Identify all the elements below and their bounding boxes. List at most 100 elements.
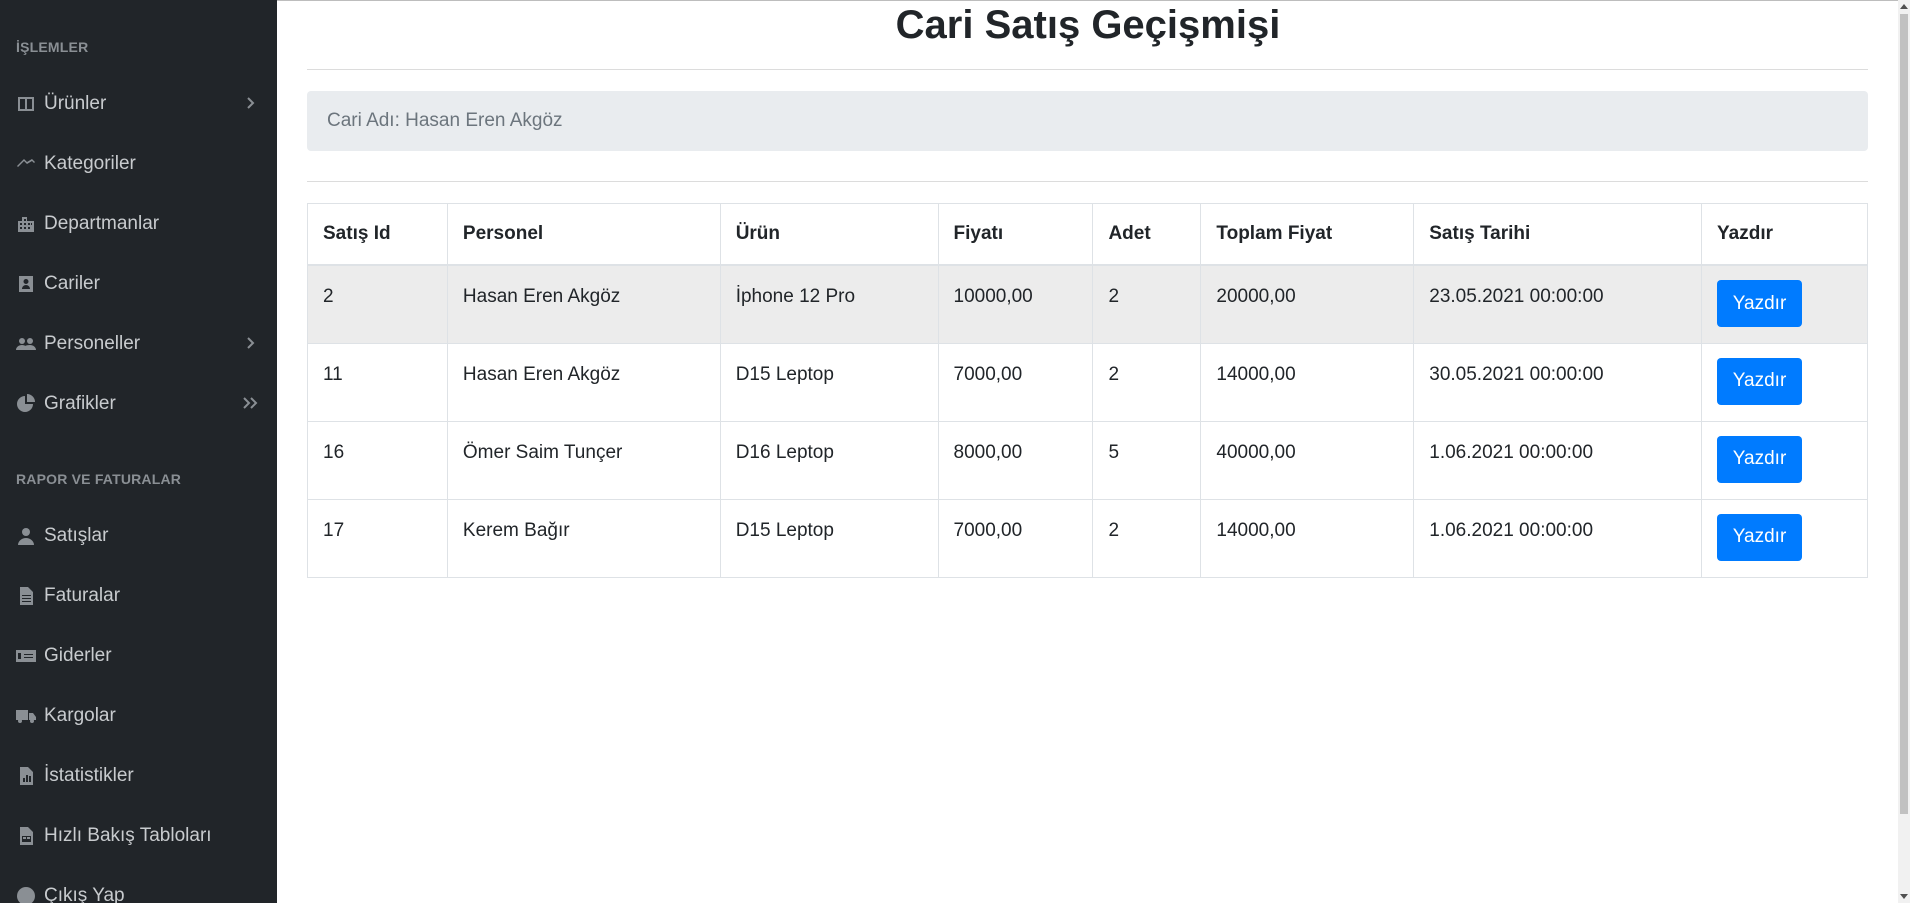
divider	[307, 69, 1868, 70]
sidebar-item-label: Hızlı Bakış Tabloları	[44, 825, 212, 846]
sales-history-table: Satış Id Personel Ürün Fiyatı Adet Topla…	[307, 203, 1868, 578]
sidebar-item-faturalar[interactable]: Faturalar	[0, 571, 277, 621]
sidebar-item-label: Satışlar	[44, 525, 109, 546]
column-header: Satış Tarihi	[1413, 203, 1703, 266]
sidebar-item-urunler[interactable]: Ürünler	[0, 79, 277, 129]
cell-print: Yazdır	[1701, 420, 1868, 500]
sidebar-item-label: Çıkış Yap	[44, 885, 125, 903]
sidebar-item-label: Personeller	[44, 333, 141, 354]
vertical-scrollbar[interactable]	[1898, 0, 1910, 903]
cell-quantity: 2	[1092, 342, 1202, 422]
sidebar-item-label: Giderler	[44, 645, 112, 666]
cell-price: 7000,00	[937, 342, 1094, 422]
table-row: 2 Hasan Eren Akgöz İphone 12 Pro 10000,0…	[307, 264, 1868, 344]
chevron-right-icon	[241, 334, 259, 352]
cell-product: İphone 12 Pro	[719, 264, 939, 344]
tags-icon	[15, 153, 37, 175]
cell-date: 1.06.2021 00:00:00	[1413, 498, 1703, 578]
table-icon	[15, 93, 37, 115]
sidebar-item-hizli-bakis[interactable]: Hızlı Bakış Tabloları	[0, 811, 277, 861]
cell-quantity: 5	[1092, 420, 1202, 500]
print-button[interactable]: Yazdır	[1717, 435, 1803, 483]
table-row: 16 Ömer Saim Tunçer D16 Leptop 8000,00 5…	[307, 420, 1868, 500]
column-header: Personel	[446, 203, 721, 266]
cell-product: D15 Leptop	[719, 342, 939, 422]
print-button[interactable]: Yazdır	[1717, 357, 1803, 405]
cell-quantity: 2	[1092, 264, 1202, 344]
cell-personel: Ömer Saim Tunçer	[446, 420, 721, 500]
sidebar-item-departmanlar[interactable]: Departmanlar	[0, 199, 277, 249]
truck-icon	[15, 705, 37, 727]
cell-print: Yazdır	[1701, 342, 1868, 422]
sidebar-item-kargolar[interactable]: Kargolar	[0, 691, 277, 741]
cell-personel: Kerem Bağır	[446, 498, 721, 578]
column-header: Yazdır	[1701, 203, 1868, 266]
cell-date: 23.05.2021 00:00:00	[1413, 264, 1703, 344]
money-icon	[15, 645, 37, 667]
sidebar-item-label: Grafikler	[44, 393, 116, 414]
page-title: Cari Satış Geçişmişi	[895, 3, 1281, 47]
cell-total: 20000,00	[1200, 264, 1415, 344]
sidebar-item-label: Ürünler	[44, 93, 107, 114]
cell-price: 7000,00	[937, 498, 1094, 578]
cell-sale-id: 17	[307, 498, 448, 578]
main-content: Cari Satış Geçişmişi Cari Adı: Hasan Ere…	[277, 0, 1898, 903]
scrollbar-thumb[interactable]	[1900, 14, 1908, 814]
table-row: 17 Kerem Bağır D15 Leptop 7000,00 2 1400…	[307, 498, 1868, 578]
cell-date: 30.05.2021 00:00:00	[1413, 342, 1703, 422]
sidebar-item-label: İstatistikler	[44, 765, 134, 786]
sidebar-item-istatistikler[interactable]: İstatistikler	[0, 751, 277, 801]
cell-total: 14000,00	[1200, 498, 1415, 578]
users-icon	[15, 333, 37, 355]
cell-date: 1.06.2021 00:00:00	[1413, 420, 1703, 500]
cell-price: 8000,00	[937, 420, 1094, 500]
column-header: Satış Id	[307, 203, 448, 266]
cell-product: D16 Leptop	[719, 420, 939, 500]
sidebar-item-label: Departmanlar	[44, 213, 160, 234]
sidebar-item-label: Kargolar	[44, 705, 116, 726]
cell-price: 10000,00	[937, 264, 1094, 344]
scroll-up-arrow-icon[interactable]	[1900, 4, 1908, 9]
power-icon	[15, 885, 37, 903]
table-header-row: Satış Id Personel Ürün Fiyatı Adet Topla…	[307, 203, 1868, 266]
sidebar-item-label: Kategoriler	[44, 153, 136, 174]
scroll-down-arrow-icon[interactable]	[1900, 894, 1908, 899]
column-header: Adet	[1092, 203, 1202, 266]
sidebar-item-cariler[interactable]: Cariler	[0, 259, 277, 309]
cell-personel: Hasan Eren Akgöz	[446, 342, 721, 422]
sidebar-item-satislar[interactable]: Satışlar	[0, 511, 277, 561]
double-chevron-right-icon	[241, 394, 259, 412]
sidebar-item-personeller[interactable]: Personeller	[0, 319, 277, 369]
sidebar-item-giderler[interactable]: Giderler	[0, 631, 277, 681]
cell-personel: Hasan Eren Akgöz	[446, 264, 721, 344]
sidebar-item-kategoriler[interactable]: Kategoriler	[0, 139, 277, 189]
file-table-icon	[15, 825, 37, 847]
cell-sale-id: 2	[307, 264, 448, 344]
cell-sale-id: 11	[307, 342, 448, 422]
cell-quantity: 2	[1092, 498, 1202, 578]
file-icon	[15, 585, 37, 607]
table-row: 11 Hasan Eren Akgöz D15 Leptop 7000,00 2…	[307, 342, 1868, 422]
print-button[interactable]: Yazdır	[1717, 280, 1803, 327]
contact-icon	[15, 273, 37, 295]
cell-total: 14000,00	[1200, 342, 1415, 422]
chevron-right-icon	[241, 94, 259, 112]
user-icon	[15, 525, 37, 547]
cell-sale-id: 16	[307, 420, 448, 500]
print-button[interactable]: Yazdır	[1717, 513, 1803, 561]
sidebar-item-label: Faturalar	[44, 585, 121, 606]
sidebar-heading-islemler: İŞLEMLER	[16, 39, 89, 55]
sidebar: İŞLEMLER Ürünler Kategoriler Departmanla…	[0, 0, 277, 903]
sidebar-heading-rapor: RAPOR VE FATURALAR	[16, 471, 182, 487]
cell-print: Yazdır	[1701, 498, 1868, 578]
column-header: Toplam Fiyat	[1200, 203, 1415, 266]
cell-total: 40000,00	[1200, 420, 1415, 500]
sidebar-item-grafikler[interactable]: Grafikler	[0, 379, 277, 429]
building-icon	[15, 213, 37, 235]
column-header: Fiyatı	[937, 203, 1094, 266]
sidebar-item-cikis[interactable]: Çıkış Yap	[0, 871, 277, 903]
pie-chart-icon	[15, 393, 37, 415]
divider	[307, 181, 1868, 182]
cari-name-box: Cari Adı: Hasan Eren Akgöz	[307, 91, 1868, 151]
column-header: Ürün	[719, 203, 939, 266]
